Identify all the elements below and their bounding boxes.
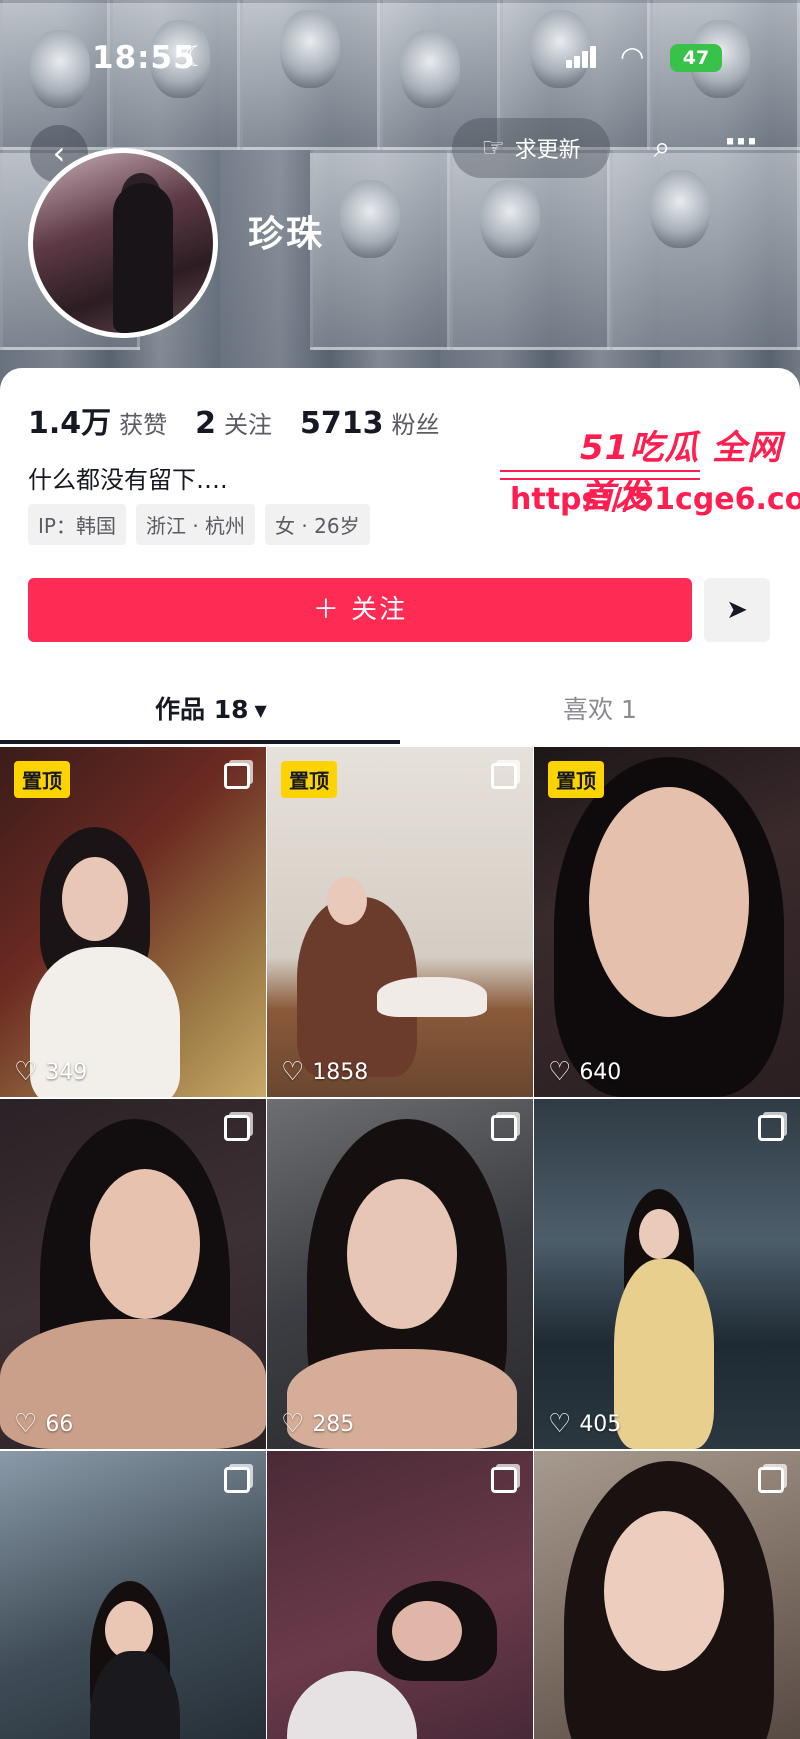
chevron-left-icon: ‹	[52, 134, 66, 172]
stat-following[interactable]: 2 关注	[195, 405, 272, 441]
pinned-badge: 置顶	[548, 761, 604, 798]
stat-likes: 1.4万 获赞	[28, 398, 167, 442]
stat-value: 5713	[300, 406, 384, 441]
like-count: ♡ 405	[548, 1409, 622, 1439]
like-count: ♡ 1858	[281, 1057, 369, 1087]
profile-bio: 什么都没有留下….	[28, 466, 228, 494]
more-icon: ···	[723, 122, 759, 162]
like-count: ♡ 640	[548, 1057, 622, 1087]
request-update-button[interactable]: ☞ 求更新	[452, 118, 610, 178]
video-thumbnail[interactable]: ♡ 66	[0, 1099, 266, 1449]
multi-image-icon	[758, 1115, 784, 1141]
multi-image-icon	[224, 1467, 250, 1493]
tab-works[interactable]: 作品 18 ▼	[155, 680, 267, 740]
multi-image-icon	[491, 1467, 517, 1493]
heart-icon: ♡	[14, 1409, 38, 1439]
request-update-label: 求更新	[514, 138, 581, 163]
stat-label: 粉丝	[391, 411, 440, 439]
heart-icon: ♡	[281, 1057, 305, 1087]
watermark: 51吃瓜 全网首发 https://51cge6.com	[500, 420, 800, 530]
multi-image-icon	[758, 1467, 784, 1493]
video-thumbnail[interactable]	[534, 1451, 800, 1739]
video-thumbnail[interactable]: ♡ 405	[534, 1099, 800, 1449]
stat-value: 2	[195, 406, 217, 441]
video-thumbnail[interactable]: ♡ 285	[267, 1099, 533, 1449]
wifi-icon: ◠	[620, 40, 645, 73]
pointing-hand-icon: ☞	[481, 133, 505, 163]
do-not-disturb-icon: ☾	[183, 40, 209, 73]
search-button[interactable]: ⌕	[636, 122, 688, 174]
tag-gender-age: 女 · 26岁	[265, 504, 370, 545]
like-count: ♡ 285	[281, 1409, 355, 1439]
watermark-decoration	[500, 470, 700, 480]
follow-button[interactable]: ＋ 关注	[28, 578, 692, 642]
stat-label: 获赞	[119, 411, 168, 439]
video-thumbnail[interactable]	[0, 1451, 266, 1739]
heart-icon: ♡	[281, 1409, 305, 1439]
tag-location: 浙江 · 杭州	[135, 504, 256, 545]
send-icon: ➤	[726, 595, 748, 625]
multi-image-icon	[491, 1115, 517, 1141]
video-grid: 置顶 ♡ 349 置顶 ♡ 1858 置顶 ♡ 640 ♡ 66 ♡ 285 ♡…	[0, 747, 800, 1739]
profile-tags: IP：韩国 浙江 · 杭州 女 · 26岁	[28, 504, 370, 545]
pinned-badge: 置顶	[281, 761, 337, 798]
avatar[interactable]	[28, 148, 218, 338]
stat-followers[interactable]: 5713 粉丝	[300, 405, 440, 441]
cellular-signal-icon	[566, 46, 598, 68]
multi-image-icon	[491, 763, 517, 789]
status-time: 18:55	[92, 40, 196, 76]
multi-image-icon	[224, 763, 250, 789]
video-thumbnail[interactable]: 置顶 ♡ 640	[534, 747, 800, 1097]
caret-down-icon: ▼	[254, 701, 267, 720]
watermark-url: https://51cge6.com	[510, 482, 800, 517]
search-icon: ⌕	[653, 130, 671, 165]
profile-nickname: 珍珠	[248, 214, 325, 255]
profile-banner: 18:55 ☾ ◠ 47 ‹ ☞ 求更新 ⌕ ··· 珍珠	[0, 0, 800, 400]
content-tabs: 作品 18 ▼ 喜欢 1	[0, 680, 800, 744]
status-bar: 18:55 ☾ ◠ 47	[0, 34, 800, 84]
video-thumbnail[interactable]	[267, 1451, 533, 1739]
more-options-button[interactable]: ···	[714, 122, 766, 174]
tab-likes-label: 喜欢 1	[563, 695, 637, 724]
profile-stats: 1.4万 获赞 2 关注 5713 粉丝	[28, 398, 468, 442]
battery-indicator: 47	[670, 44, 722, 72]
like-count: ♡ 349	[14, 1057, 88, 1087]
pinned-badge: 置顶	[14, 761, 70, 798]
stat-value: 1.4万	[28, 406, 112, 441]
heart-icon: ♡	[548, 1057, 572, 1087]
video-thumbnail[interactable]: 置顶 ♡ 349	[0, 747, 266, 1097]
tab-likes[interactable]: 喜欢 1	[563, 680, 637, 740]
tag-ip: IP：韩国	[28, 504, 126, 545]
tab-works-label: 作品 18	[155, 695, 249, 724]
share-button[interactable]: ➤	[704, 578, 770, 642]
like-count: ♡ 66	[14, 1409, 74, 1439]
heart-icon: ♡	[548, 1409, 572, 1439]
multi-image-icon	[224, 1115, 250, 1141]
stat-label: 关注	[224, 411, 273, 439]
active-tab-indicator	[0, 740, 400, 744]
video-thumbnail[interactable]: 置顶 ♡ 1858	[267, 747, 533, 1097]
heart-icon: ♡	[14, 1057, 38, 1087]
